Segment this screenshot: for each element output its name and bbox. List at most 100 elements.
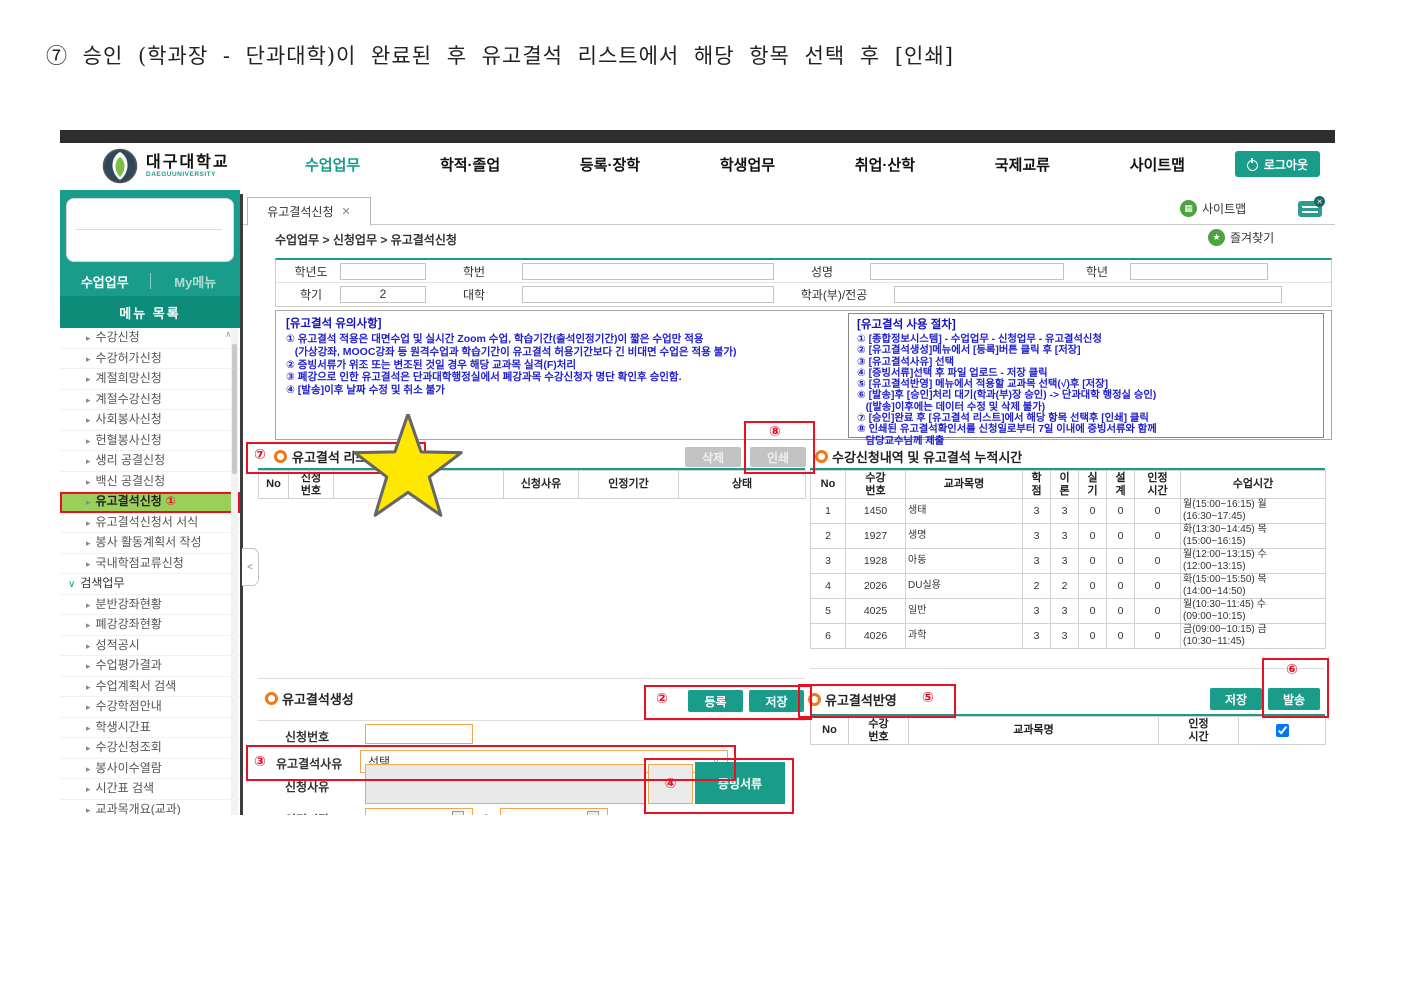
sidebar-menu-item[interactable]: 계절희망신청: [60, 369, 240, 390]
studentno-input[interactable]: [522, 263, 774, 280]
name-label: 성명: [774, 263, 870, 280]
sidebar-menu-item[interactable]: 수업평가결과: [60, 656, 240, 677]
annotation-number-6: ⑥: [1286, 662, 1298, 678]
notice-panel: [유고결석 유의사항] ① 유고결석 적용은 대면수업 및 실시간 Zoom 수…: [275, 310, 1332, 440]
sidebar-tab-classwork[interactable]: 수업업무: [60, 272, 150, 291]
submenu-arrow-icon: [86, 784, 91, 794]
sidebar-menu-item[interactable]: 봉사이수열람: [60, 759, 240, 780]
sidebar-menu-item[interactable]: 수강신청: [60, 328, 240, 349]
submenu-arrow-icon: [86, 743, 91, 753]
sidebar-menu-item[interactable]: 유고결석신청서 서식: [60, 513, 240, 534]
notice-line: ⑤ [유고결석반영] 메뉴에서 적용할 교과목 선택(√)후 [저장]: [857, 379, 1323, 390]
sidebar-menu-item[interactable]: 생리 공결신청: [60, 451, 240, 472]
sidebar-menu-item[interactable]: 성적공시: [60, 636, 240, 657]
credit-table-row[interactable]: 1 1450 생태 3 3 0 0 0 월(15:00~16:15) 월(16:…: [811, 499, 1326, 524]
dept-input[interactable]: [894, 286, 1282, 303]
submenu-arrow-icon: [86, 805, 91, 815]
tab-close-icon[interactable]: ✕: [342, 205, 351, 218]
year-input[interactable]: [340, 263, 426, 280]
nav-item[interactable]: 등록·장학: [580, 154, 640, 175]
nav-item[interactable]: 학생업무: [720, 154, 775, 175]
window-top-bar: [60, 130, 1335, 143]
sidebar-menu-item[interactable]: 수업계획서 검색: [60, 677, 240, 698]
save-button-create[interactable]: 저장: [749, 690, 804, 712]
university-logo[interactable]: 대구대학교 DAEGUUNIVERSITY: [102, 148, 230, 184]
column-header: 학 점: [1023, 471, 1051, 499]
attachment-button[interactable]: 증빙서류: [695, 762, 785, 804]
sidebar-login-card: [66, 198, 234, 262]
credit-table-row[interactable]: 4 2026 DU실용 2 2 0 0 0 화(15:00~15:50) 목(1…: [811, 574, 1326, 599]
sidebar-menu-item[interactable]: 교과목개요(교과): [60, 800, 240, 816]
divider: [258, 720, 805, 721]
sidebar-tab-mymenu[interactable]: My메뉴: [151, 272, 241, 291]
sidebar-content-divider: [240, 194, 243, 815]
close-badge-icon: ✕: [1314, 196, 1325, 207]
sitemap-button[interactable]: ▦ 사이트맵: [1180, 200, 1246, 217]
screenshot-root: ⑦ 승인 (학과장 - 단과대학)이 완료된 후 유고결석 리스트에서 해당 항…: [0, 0, 1403, 992]
nav-item[interactable]: 사이트맵: [1130, 154, 1185, 175]
detail-reason-textarea[interactable]: [365, 764, 645, 804]
select-all-checkbox[interactable]: [1276, 724, 1289, 737]
sidebar-menu-item[interactable]: 검색업무: [60, 574, 240, 595]
send-button[interactable]: 발송: [1268, 688, 1320, 710]
save-button-reflect[interactable]: 저장: [1210, 688, 1262, 710]
delete-button[interactable]: 삭제: [685, 447, 741, 467]
sidebar-menu-item[interactable]: 시간표 검색: [60, 779, 240, 800]
credit-table-row[interactable]: 2 1927 생명 3 3 0 0 0 화(13:30~14:45) 목(15:…: [811, 524, 1326, 549]
tab-absence-application[interactable]: 유고결석신청 ✕: [247, 197, 371, 226]
reqno-input[interactable]: [365, 724, 473, 744]
calendar-icon[interactable]: [452, 811, 464, 815]
sidebar-menu-item[interactable]: 학생시간표: [60, 718, 240, 739]
logout-button[interactable]: 로그아웃: [1235, 151, 1320, 177]
nav-item[interactable]: 취업·산학: [855, 154, 915, 175]
print-button[interactable]: 인쇄: [750, 447, 806, 467]
sidebar-menu-item[interactable]: 수강허가신청: [60, 349, 240, 370]
notice-line: (가상강좌, MOOC강좌 등 원격수업과 학습기간이 유고결석 허용기간보다 …: [286, 346, 841, 359]
sidebar-menu-item[interactable]: 헌혈봉사신청: [60, 431, 240, 452]
column-header: [334, 471, 504, 499]
logo-title: 대구대학교: [146, 155, 230, 171]
annotation-number-2: ②: [656, 691, 668, 707]
column-header: 인정 시간: [1135, 471, 1181, 499]
sidebar-menu-item[interactable]: 수강학점안내: [60, 697, 240, 718]
credit-table-row[interactable]: 3 1928 아동 3 3 0 0 0 월(12:00~13:15) 수(12:…: [811, 549, 1326, 574]
sidebar-menu-item[interactable]: 국내학점교류신청: [60, 554, 240, 575]
absence-list-header-row: No신청 번호신청사유인정기간상태: [259, 471, 806, 499]
sidebar-menu-item[interactable]: 사회봉사신청: [60, 410, 240, 431]
submenu-arrow-icon: [86, 764, 91, 774]
sidebar-scrollbar-thumb[interactable]: [232, 344, 237, 474]
sidebar-menu-item[interactable]: 백신 공결신청: [60, 472, 240, 493]
sidebar-menu-item[interactable]: 분반강좌현황: [60, 595, 240, 616]
period-separator: ~: [484, 810, 490, 815]
sidebar-menu-item[interactable]: 계절수강신청: [60, 390, 240, 411]
reflect-header-row: No 수강 번호 교과목명 인정 시간: [811, 717, 1326, 745]
sidebar-menu-item[interactable]: 수강신청조회: [60, 738, 240, 759]
sidebar-menu-item[interactable]: 유고결석신청①: [60, 492, 240, 513]
favorite-button[interactable]: ★ 즐겨찾기: [1208, 229, 1274, 246]
college-input[interactable]: [522, 286, 774, 303]
notice-line: ② [유고결석생성]메뉴에서 [등록]버튼 클릭 후 [저장]: [857, 345, 1323, 356]
calendar-icon[interactable]: [587, 811, 599, 815]
year-label: 학년도: [282, 263, 340, 280]
credit-header-row: No수강 번호교과목명학 점이 론실 기설 계인정 시간수업시간: [811, 471, 1326, 499]
sidebar-menu-item[interactable]: 봉사 활동계획서 작성: [60, 533, 240, 554]
annotation-number-8: ⑧: [769, 424, 781, 440]
absence-list-title: 유고결석 리스트: [292, 447, 379, 466]
notice-line: ② 증빙서류가 위조 또는 변조된 것일 경우 해당 교과목 실격(F)처리: [286, 359, 841, 372]
term-input[interactable]: [340, 286, 426, 303]
menu-list-header: 메뉴 목록: [60, 296, 240, 328]
sidebar-collapse-handle[interactable]: <: [242, 548, 259, 586]
credit-table-row[interactable]: 5 4025 일반 3 3 0 0 0 월(10:30~11:45) 수(09:…: [811, 599, 1326, 624]
notice-line: ④ [증빙서류]선택 후 파일 업로드 - 저장 클릭: [857, 368, 1323, 379]
credit-table-row[interactable]: 6 4026 과학 3 3 0 0 0 금(09:00~10:15) 금(10:…: [811, 624, 1326, 649]
nav-item[interactable]: 국제교류: [995, 154, 1050, 175]
submenu-arrow-icon: [86, 641, 91, 651]
column-header: 교과목명: [909, 717, 1159, 745]
nav-item[interactable]: 수업업무: [305, 154, 360, 175]
nav-item[interactable]: 학적·졸업: [440, 154, 500, 175]
app-window: 대구대학교 DAEGUUNIVERSITY 수업업무 학적·졸업 등록·장학 학생업무…: [60, 130, 1335, 815]
register-button[interactable]: 등록: [688, 690, 743, 712]
grade-input[interactable]: [1130, 263, 1268, 280]
sidebar-menu-item[interactable]: 폐강강좌현황: [60, 615, 240, 636]
name-input[interactable]: [870, 263, 1064, 280]
